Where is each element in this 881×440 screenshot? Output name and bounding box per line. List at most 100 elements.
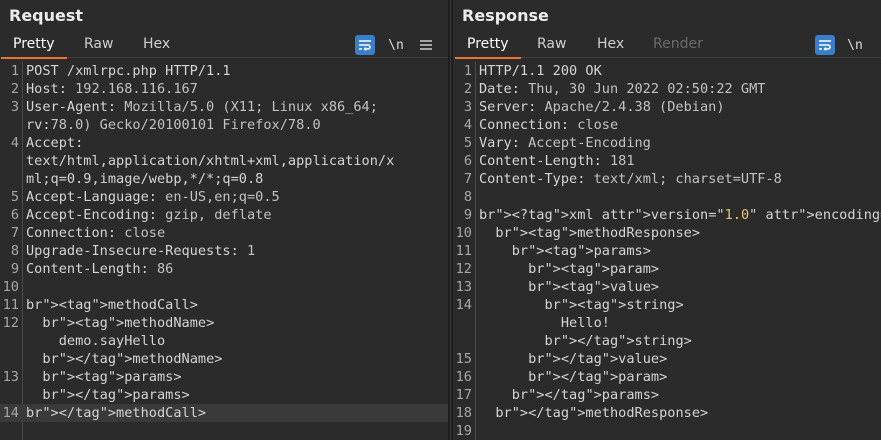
code-line: 2 Host: 192.168.116.167 [0,80,448,98]
code-text: br"></tag">value> [528,351,668,367]
line-number: 15 [455,351,472,367]
code-line: 8 [453,188,881,206]
code-line: 7 Connection: close [0,224,448,242]
code-line: Hello! [453,314,881,332]
line-number: 9 [10,261,19,277]
line-number: 7 [463,171,472,187]
line-number: 4 [10,135,19,151]
line-number: 14 [2,405,19,421]
code-text: br"><tag">methodCall> [26,297,198,313]
line-number: 9 [463,207,472,223]
code-line: 19 [453,422,881,440]
code-line: ml;q=0.9,image/webp,*/*;q=0.8 [0,170,448,188]
code-line: 8 Upgrade-Insecure-Requests: 1 [0,242,448,260]
code-line: 16 br"></tag">param> [453,368,881,386]
request-tab-pretty[interactable]: Pretty [1,36,66,59]
code-text: Vary: Accept-Encoding [479,135,651,151]
line-number: 10 [455,225,472,241]
menu-icon[interactable] [416,35,436,55]
line-number: 13 [2,369,19,385]
code-text: Host: 192.168.116.167 [26,81,198,97]
code-line: 10 br"><tag">methodResponse> [453,224,881,242]
response-editor[interactable]: 1 HTTP/1.1 200 OK 2 Date: Thu, 30 Jun 2022 … [453,62,881,440]
code-text: HTTP/1.1 200 OK [479,63,602,79]
response-tab-raw[interactable]: Raw [537,36,566,56]
code-text: demo.sayHello [26,333,166,349]
line-number: 5 [463,135,472,151]
code-line: rv:78.0) Gecko/20100101 Firefox/78.0 [0,116,448,134]
code-line: 15 br"></tag">value> [453,350,881,368]
code-text: rv:78.0) Gecko/20100101 Firefox/78.0 [26,117,321,133]
code-line: 10 [0,278,448,296]
code-line: 5 Vary: Accept-Encoding [453,134,881,152]
request-tab-raw[interactable]: Raw [84,36,113,56]
line-number: 3 [463,99,472,115]
request-tabbar: Pretty Raw Hex \n [0,33,448,59]
code-text: br"></tag">param> [528,369,668,385]
request-tab-hex[interactable]: Hex [143,36,170,56]
code-line: 3 Server: Apache/2.4.38 (Debian) [453,98,881,116]
response-pane: Response Pretty Raw Hex Render \n 1 HTTP/… [453,0,881,440]
response-title: Response [462,6,549,25]
code-line: 4 Accept: [0,134,448,152]
code-text: br"></tag">string> [544,333,692,349]
line-number: 1 [10,63,19,79]
newline-label: \n [847,37,863,53]
code-text: br"></tag">methodCall> [26,405,207,421]
code-text: br"></tag">params> [42,387,190,403]
line-number: 2 [463,81,472,97]
code-text: br"><tag">methodResponse> [495,225,701,241]
request-editor[interactable]: 1 POST /xmlrpc.php HTTP/1.1 2 Host: 192.168… [0,62,448,440]
code-text: Accept: [26,135,84,151]
code-line: 18 br"></tag">methodResponse> [453,404,881,422]
wrap-icon[interactable] [815,35,835,55]
code-text: br"><tag">string> [544,297,684,313]
code-text: Server: Apache/2.4.38 (Debian) [479,99,725,115]
line-number: 16 [455,369,472,385]
request-title: Request [9,6,84,25]
response-tab-render[interactable]: Render [653,36,703,56]
response-tab-pretty[interactable]: Pretty [455,36,520,59]
code-text: User-Agent: Mozilla/5.0 (X11; Linux x86_… [26,99,378,115]
code-line: 12 br"><tag">param> [453,260,881,278]
line-number: 4 [463,117,472,133]
code-text: Accept-Language: en-US,en;q=0.5 [26,189,280,205]
code-text: br"></tag">methodResponse> [495,405,709,421]
line-number: 12 [2,315,19,331]
code-text: br"><?tag">xml attr">version="1.0" attr"… [479,207,881,223]
line-number: 8 [463,189,472,205]
wrap-icon[interactable] [355,35,375,55]
code-line: 14 br"></tag">methodCall> [0,404,448,422]
line-number: 6 [10,207,19,223]
code-line: br"></tag">params> [0,386,448,404]
code-line: 17 br"></tag">params> [453,386,881,404]
request-pane: Request Pretty Raw Hex \n 1 POST /xmlrpc.… [0,0,448,440]
code-line: 11 br"><tag">params> [453,242,881,260]
code-line: 1 POST /xmlrpc.php HTTP/1.1 [0,62,448,80]
code-line: 4 Connection: close [453,116,881,134]
line-number: 17 [455,387,472,403]
code-line: 7 Content-Type: text/xml; charset=UTF-8 [453,170,881,188]
newline-icon[interactable]: \n [386,35,406,55]
code-line: 3 User-Agent: Mozilla/5.0 (X11; Linux x86… [0,98,448,116]
code-text: text/html,application/xhtml+xml,applicat… [26,153,395,169]
response-tab-hex[interactable]: Hex [597,36,624,56]
line-number: 6 [463,153,472,169]
newline-icon[interactable]: \n [845,35,865,55]
code-line: 6 Accept-Encoding: gzip, deflate [0,206,448,224]
line-number: 19 [455,423,472,439]
code-line: 5 Accept-Language: en-US,en;q=0.5 [0,188,448,206]
code-line: 13 br"><tag">value> [453,278,881,296]
line-number: 12 [455,261,472,277]
line-number: 14 [455,297,472,313]
code-text: br"><tag">methodName> [42,315,215,331]
line-number: 3 [10,99,19,115]
code-line: 2 Date: Thu, 30 Jun 2022 02:50:22 GMT [453,80,881,98]
code-line: 1 HTTP/1.1 200 OK [453,62,881,80]
line-number: 8 [10,243,19,259]
line-number: 11 [2,297,19,313]
code-text: Accept-Encoding: gzip, deflate [26,207,272,223]
code-text: POST /xmlrpc.php HTTP/1.1 [26,63,231,79]
line-number: 18 [455,405,472,421]
code-text: ml;q=0.9,image/webp,*/*;q=0.8 [26,171,264,187]
